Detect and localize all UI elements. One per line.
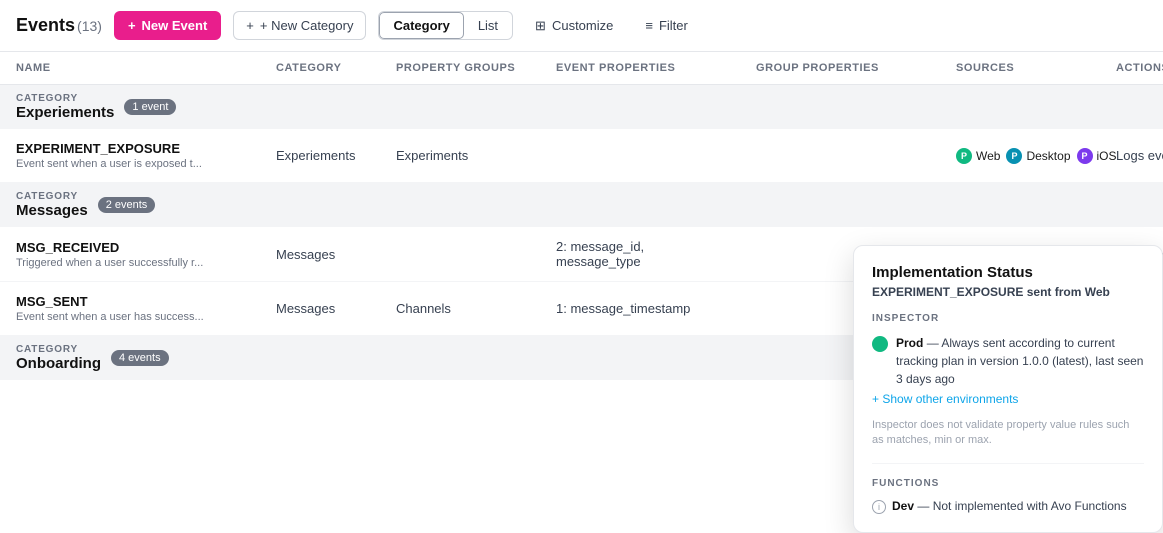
- functions-text: Dev — Not implemented with Avo Functions: [892, 499, 1127, 513]
- inspector-row: Prod — Always sent according to current …: [872, 334, 1144, 388]
- ios-dot: P: [1077, 148, 1093, 164]
- category-header-experiements: CATEGORY Experiements 1 event: [0, 85, 1163, 129]
- inspector-note: Inspector does not validate property val…: [872, 418, 1144, 449]
- popup-title: Implementation Status: [872, 264, 1144, 281]
- event-category-cell: Messages: [260, 289, 380, 328]
- col-group-properties: GROUP PROPERTIES: [740, 52, 940, 84]
- group-properties-cell: [740, 144, 940, 168]
- view-toggle: Category List: [378, 11, 513, 40]
- new-category-button[interactable]: + + New Category: [233, 11, 366, 40]
- view-category-button[interactable]: Category: [379, 12, 463, 39]
- popup-event-name: EXPERIMENT_EXPOSURE: [872, 285, 1023, 299]
- category-badge-experiements: 1 event: [124, 99, 176, 115]
- source-desktop: P Desktop: [1006, 148, 1070, 164]
- col-event-properties: EVENT PROPERTIES: [540, 52, 740, 84]
- view-list-button[interactable]: List: [464, 12, 512, 39]
- event-category-cell: Messages: [260, 235, 380, 274]
- event-name-cell: MSG_RECEIVED Triggered when a user succe…: [0, 228, 260, 281]
- col-category: CATEGORY: [260, 52, 380, 84]
- col-sources: SOURCES: [940, 52, 1100, 84]
- info-icon: i: [872, 500, 886, 514]
- desktop-dot: P: [1006, 148, 1022, 164]
- event-property-groups-cell: Channels: [380, 289, 540, 328]
- main-content: CATEGORY Experiements 1 event EXPERIMENT…: [0, 85, 1163, 509]
- page-title: Events(13): [16, 15, 102, 36]
- category-badge-messages: 2 events: [98, 197, 156, 213]
- table-header: NAME CATEGORY PROPERTY GROUPS EVENT PROP…: [0, 52, 1163, 85]
- prod-dot: [872, 336, 888, 352]
- category-name-onboarding: Onboarding: [16, 355, 101, 372]
- event-name-cell: MSG_SENT Event sent when a user has succ…: [0, 282, 260, 335]
- grid-icon: ⊞: [535, 18, 546, 34]
- popup-divider: [872, 463, 1144, 464]
- event-properties-cell: [540, 144, 740, 168]
- implementation-status-popup: Implementation Status EXPERIMENT_EXPOSUR…: [853, 245, 1163, 533]
- event-property-groups-cell: Experiments: [380, 136, 540, 175]
- plus-icon: +: [128, 18, 136, 33]
- col-property-groups: PROPERTY GROUPS: [380, 52, 540, 84]
- filter-icon: ≡: [645, 18, 653, 33]
- source-web: P Web: [956, 148, 1000, 164]
- category-label: CATEGORY: [16, 93, 114, 104]
- show-other-environments-link[interactable]: + Show other environments: [872, 392, 1144, 406]
- col-name: NAME: [0, 52, 260, 84]
- category-section-experiements: CATEGORY Experiements 1 event EXPERIMENT…: [0, 85, 1163, 183]
- category-name-messages: Messages: [16, 202, 88, 219]
- functions-section-label: FUNCTIONS: [872, 478, 1144, 489]
- popup-subtitle: EXPERIMENT_EXPOSURE sent from Web: [872, 285, 1144, 299]
- sources-cell: P Web P Desktop P iOS: [940, 136, 1100, 176]
- web-dot: P: [956, 148, 972, 164]
- action-cell: Logs event: [1100, 136, 1163, 175]
- event-properties-cell: 2: message_id, message_type: [540, 227, 740, 281]
- page-header: Events(13) + New Event + + New Category …: [0, 0, 1163, 52]
- filter-button[interactable]: ≡ Filter: [635, 12, 697, 39]
- plus-icon-category: +: [246, 18, 254, 33]
- event-name-cell: EXPERIMENT_EXPOSURE Event sent when a us…: [0, 129, 260, 182]
- inspector-section-label: INSPECTOR: [872, 313, 1144, 324]
- customize-button[interactable]: ⊞ Customize: [525, 12, 623, 40]
- category-name-experiements: Experiements: [16, 104, 114, 121]
- source-badges: P Web P Desktop P iOS: [956, 148, 1084, 164]
- category-badge-onboarding: 4 events: [111, 350, 169, 366]
- event-property-groups-cell: [380, 242, 540, 266]
- category-label-2: CATEGORY: [16, 191, 88, 202]
- inspector-content: Prod — Always sent according to current …: [872, 334, 1144, 406]
- category-header-messages: CATEGORY Messages 2 events: [0, 183, 1163, 227]
- functions-row: i Dev — Not implemented with Avo Functio…: [872, 499, 1144, 514]
- col-actions: ACTIONS: [1100, 52, 1163, 84]
- category-label-3: CATEGORY: [16, 344, 101, 355]
- inspector-text: Prod — Always sent according to current …: [896, 334, 1144, 388]
- event-category-cell: Experiements: [260, 136, 380, 175]
- table-row[interactable]: EXPERIMENT_EXPOSURE Event sent when a us…: [0, 129, 1163, 183]
- new-event-button[interactable]: + New Event: [114, 11, 221, 40]
- event-properties-cell: 1: message_timestamp: [540, 289, 740, 328]
